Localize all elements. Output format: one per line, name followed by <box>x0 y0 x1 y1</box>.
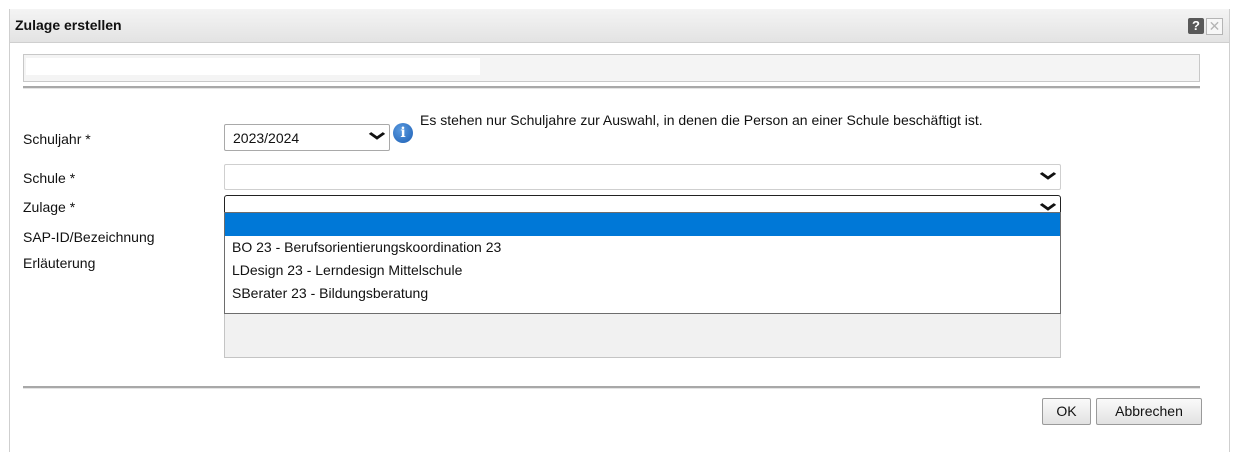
dropdown-option[interactable]: LDesign 23 - Lerndesign Mittelschule <box>225 259 1060 282</box>
schuljahr-select[interactable]: 2023/2024 <box>224 124 390 151</box>
person-info-box <box>23 54 1200 82</box>
cancel-button[interactable]: Abbrechen <box>1096 398 1202 425</box>
zulage-dropdown-list[interactable]: BO 23 - Berufsorientierungskoordination … <box>224 212 1061 314</box>
sap-id-label: SAP-ID/Bezeichnung <box>23 229 155 245</box>
chevron-down-icon <box>1039 168 1057 184</box>
dropdown-option[interactable]: BO 23 - Berufsorientierungskoordination … <box>225 236 1060 259</box>
dropdown-option[interactable]: SBerater 23 - Bildungsberatung <box>225 282 1060 305</box>
divider-top <box>23 86 1200 89</box>
schule-select[interactable] <box>224 164 1061 190</box>
divider-bottom <box>23 386 1200 389</box>
close-icon[interactable]: ✕ <box>1206 18 1223 35</box>
ok-button[interactable]: OK <box>1042 398 1091 425</box>
chevron-down-icon <box>368 128 386 144</box>
erlaeuterung-label: Erläuterung <box>23 255 96 271</box>
schule-label: Schule * <box>23 170 76 186</box>
zulage-label: Zulage * <box>23 199 76 215</box>
person-info-field <box>26 58 480 75</box>
info-icon: i <box>393 123 413 143</box>
dialog-title: Zulage erstellen <box>15 17 122 33</box>
schuljahr-value: 2023/2024 <box>233 130 300 146</box>
dropdown-option[interactable] <box>225 213 1060 236</box>
schuljahr-info-text: Es stehen nur Schuljahre zur Auswahl, in… <box>420 112 983 128</box>
schuljahr-label: Schuljahr * <box>23 131 91 147</box>
dialog-titlebar: Zulage erstellen ? ✕ <box>10 9 1229 43</box>
help-icon[interactable]: ? <box>1188 18 1204 34</box>
